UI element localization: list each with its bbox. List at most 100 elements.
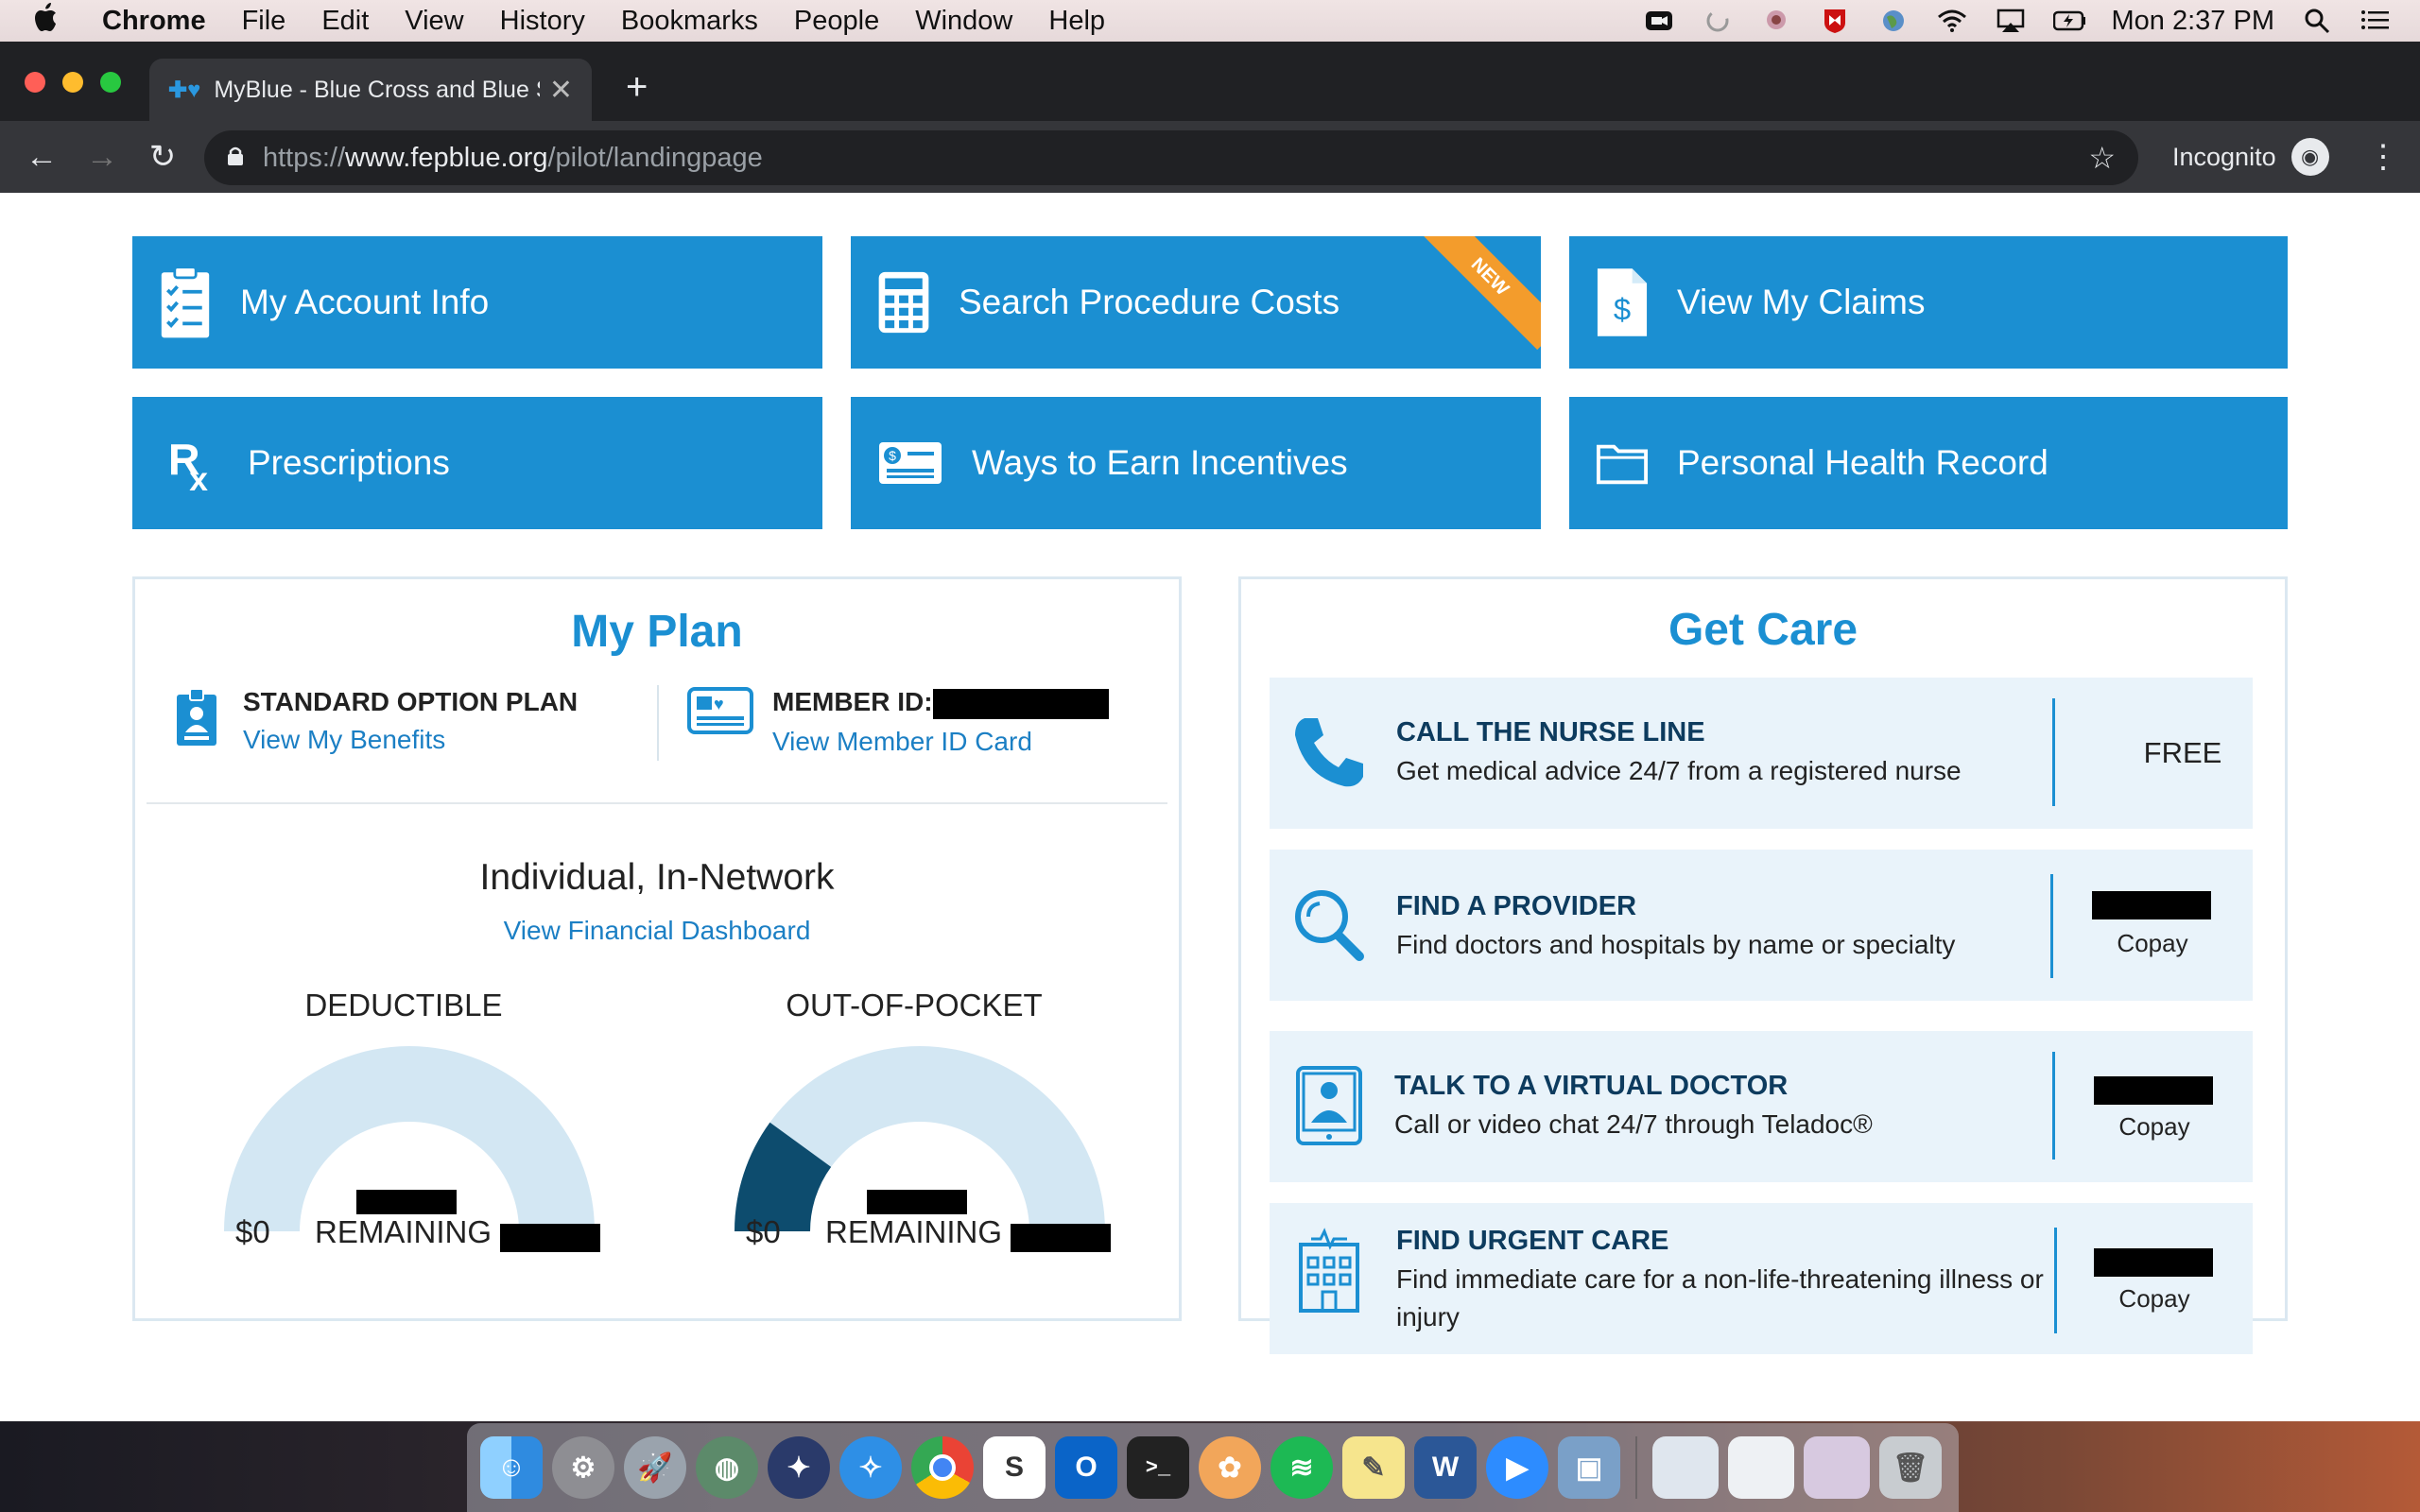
view-financial-dashboard-link[interactable]: View Financial Dashboard bbox=[135, 916, 1179, 946]
chrome-menu-icon[interactable]: ⋮ bbox=[2367, 138, 2399, 176]
out-of-pocket-title: OUT-OF-POCKET bbox=[786, 988, 1043, 1022]
care-item-urgent-care[interactable]: FIND URGENT CARE Find immediate care for… bbox=[1270, 1203, 2253, 1354]
out-of-pocket-used-redacted bbox=[867, 1190, 967, 1214]
stacked-window-icon[interactable] bbox=[1652, 1436, 1719, 1499]
menu-app-chrome[interactable]: Chrome bbox=[102, 6, 206, 37]
tile-personal-health-record[interactable]: Personal Health Record bbox=[1569, 397, 2288, 529]
care-item-virtual-doctor[interactable]: TALK TO A VIRTUAL DOCTOR Call or video c… bbox=[1270, 1031, 2253, 1182]
flower-app-icon[interactable]: ✿ bbox=[1199, 1436, 1261, 1499]
member-card-icon: ♥ bbox=[687, 687, 753, 757]
chrome-icon[interactable] bbox=[911, 1436, 974, 1499]
bookmark-star-icon[interactable]: ☆ bbox=[2088, 140, 2116, 176]
tile-prescriptions[interactable]: Rx Prescriptions bbox=[132, 397, 822, 529]
terminal-icon[interactable]: >_ bbox=[1127, 1436, 1189, 1499]
menu-people[interactable]: People bbox=[794, 6, 879, 37]
menu-clock[interactable]: Mon 2:37 PM bbox=[2112, 6, 2274, 37]
care-divider bbox=[2052, 1052, 2055, 1160]
menu-history[interactable]: History bbox=[500, 6, 585, 37]
badge-icon[interactable] bbox=[1760, 7, 1792, 35]
macos-menu-bar: Chrome File Edit View History Bookmarks … bbox=[0, 0, 2420, 42]
page-content: My Account Info Search Procedure Costs N… bbox=[0, 193, 2420, 1421]
get-care-panel: Get Care CALL THE NURSE LINE Get medical… bbox=[1238, 576, 2288, 1354]
spotify-icon[interactable]: ≋ bbox=[1270, 1436, 1333, 1499]
calculator-icon bbox=[877, 265, 930, 340]
browser-tab-myblue[interactable]: ✚♥ MyBlue - Blue Cross and Blue S ✕ bbox=[149, 59, 592, 121]
tile-my-account-info[interactable]: My Account Info bbox=[132, 236, 822, 369]
view-my-benefits-link[interactable]: View My Benefits bbox=[243, 725, 578, 755]
safari-icon[interactable]: ✧ bbox=[839, 1436, 902, 1499]
url-path: /pilot/landingpage bbox=[547, 142, 763, 173]
plan-divider bbox=[657, 685, 659, 761]
tile-view-my-claims[interactable]: $ View My Claims bbox=[1569, 236, 2288, 369]
menu-view[interactable]: View bbox=[405, 6, 463, 37]
globe-icon[interactable] bbox=[1877, 7, 1910, 35]
word-icon[interactable]: W bbox=[1414, 1436, 1477, 1499]
zoom-icon[interactable]: ▶ bbox=[1486, 1436, 1548, 1499]
mcafee-shield-icon[interactable] bbox=[1819, 7, 1851, 35]
id-badge-icon bbox=[175, 687, 222, 755]
window-close-button[interactable] bbox=[25, 72, 45, 93]
stacked-window-icon[interactable] bbox=[1804, 1436, 1870, 1499]
va-seal-icon[interactable]: ✦ bbox=[768, 1436, 830, 1499]
menu-bookmarks[interactable]: Bookmarks bbox=[621, 6, 758, 37]
get-care-title: Get Care bbox=[1668, 605, 1858, 655]
new-tab-button[interactable]: + bbox=[626, 66, 648, 109]
browser-toolbar: ← → ↻ https://www.fepblue.org/pilot/land… bbox=[0, 121, 2420, 193]
stacked-window-icon[interactable] bbox=[1728, 1436, 1794, 1499]
view-member-id-card-link[interactable]: View Member ID Card bbox=[772, 727, 1109, 757]
deductible-remaining-label: REMAINING bbox=[315, 1214, 493, 1249]
menu-window[interactable]: Window bbox=[915, 6, 1012, 37]
clipboard-checklist-icon bbox=[159, 265, 212, 340]
tab-title: MyBlue - Blue Cross and Blue S bbox=[214, 76, 540, 103]
plan-name: STANDARD OPTION PLAN bbox=[243, 687, 579, 716]
globe-app-icon[interactable]: ◍ bbox=[696, 1436, 758, 1499]
tile-label: Search Procedure Costs bbox=[959, 283, 1340, 321]
phone-icon bbox=[1290, 713, 1368, 791]
dollar-document-icon: $ bbox=[1596, 265, 1649, 340]
tile-search-procedure-costs[interactable]: Search Procedure Costs NEW bbox=[851, 236, 1541, 369]
menu-file[interactable]: File bbox=[242, 6, 286, 37]
dock-separator bbox=[1635, 1436, 1637, 1499]
trash-icon[interactable]: 🗑 bbox=[1879, 1436, 1942, 1499]
care-cost-redacted bbox=[2094, 1076, 2213, 1105]
care-item-find-provider[interactable]: FIND A PROVIDER Find doctors and hospita… bbox=[1270, 850, 2253, 1001]
sync-spinner-icon[interactable] bbox=[1702, 7, 1734, 35]
apple-menu-icon[interactable] bbox=[34, 2, 91, 41]
care-desc: Call or video chat 24/7 through Teladoc® bbox=[1394, 1109, 1873, 1139]
care-title: FIND URGENT CARE bbox=[1396, 1226, 1669, 1256]
lock-icon[interactable] bbox=[227, 143, 244, 174]
preview-icon[interactable]: ▣ bbox=[1558, 1436, 1620, 1499]
window-minimize-button[interactable] bbox=[62, 72, 83, 93]
new-ribbon-badge: NEW bbox=[1416, 236, 1541, 351]
care-divider bbox=[2050, 874, 2053, 978]
svg-text:$: $ bbox=[1614, 291, 1631, 326]
menu-help[interactable]: Help bbox=[1048, 6, 1105, 37]
airplay-icon[interactable] bbox=[1995, 7, 2027, 35]
care-desc: Find immediate care for a non-life-threa… bbox=[1396, 1264, 2044, 1332]
svg-text:♥: ♥ bbox=[714, 695, 724, 713]
tile-label: View My Claims bbox=[1677, 283, 1926, 321]
spotlight-search-icon[interactable] bbox=[2301, 7, 2333, 35]
address-bar[interactable]: https://www.fepblue.org/pilot/landingpag… bbox=[204, 130, 2138, 185]
care-item-nurse-line[interactable]: CALL THE NURSE LINE Get medical advice 2… bbox=[1270, 678, 2253, 829]
wifi-icon[interactable] bbox=[1936, 7, 1968, 35]
incognito-indicator[interactable]: Incognito ◉ bbox=[2172, 138, 2329, 176]
notification-center-icon[interactable] bbox=[2360, 7, 2392, 35]
video-camera-icon[interactable] bbox=[1643, 7, 1675, 35]
tile-ways-to-earn-incentives[interactable]: $ Ways to Earn Incentives bbox=[851, 397, 1541, 529]
stickies-icon[interactable]: ✎ bbox=[1342, 1436, 1405, 1499]
svg-text:$: $ bbox=[889, 448, 896, 463]
window-zoom-button[interactable] bbox=[100, 72, 121, 93]
url-scheme: https:// bbox=[263, 142, 346, 173]
outlook-icon[interactable]: O bbox=[1055, 1436, 1117, 1499]
reload-icon[interactable]: ↻ bbox=[140, 134, 185, 180]
slack-icon[interactable]: S bbox=[983, 1436, 1046, 1499]
forward-arrow-icon[interactable]: → bbox=[79, 134, 125, 180]
finder-icon[interactable]: ☺ bbox=[480, 1436, 543, 1499]
system-preferences-icon[interactable]: ⚙ bbox=[552, 1436, 614, 1499]
launchpad-icon[interactable]: 🚀 bbox=[624, 1436, 686, 1499]
menu-edit[interactable]: Edit bbox=[321, 6, 369, 37]
back-arrow-icon[interactable]: ← bbox=[19, 134, 64, 180]
tab-close-icon[interactable]: ✕ bbox=[549, 74, 573, 107]
battery-icon[interactable] bbox=[2052, 7, 2085, 35]
